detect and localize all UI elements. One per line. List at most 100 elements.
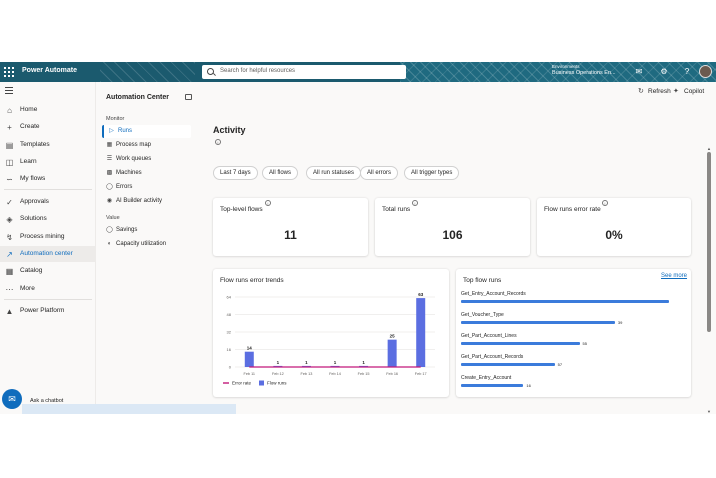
top-flow-name: Create_Entry_Account [461, 375, 512, 381]
y-tick-label: 48 [227, 312, 232, 317]
top-flow-name: Get_Entry_Account_Records [461, 291, 526, 297]
x-tick-label: Feb 14 [329, 372, 341, 376]
filter-date-range[interactable]: Last 7 days [213, 166, 258, 180]
nav-item-learn[interactable]: ◫ Learn [0, 154, 96, 170]
nav-item-my-flows[interactable]: ∽ My flows [0, 171, 96, 187]
top-bar: Power Automate Search for helpful resour… [0, 62, 716, 82]
chatbot-button[interactable]: ✉ [2, 389, 22, 409]
kpi-label: Top-level flows [220, 206, 263, 213]
nav-item-process-mining[interactable]: ↯ Process mining [0, 229, 96, 245]
nav-item-create[interactable]: + Create [0, 119, 96, 135]
info-icon[interactable]: i [412, 200, 418, 206]
data-label: 63 [418, 292, 424, 297]
kpi-label: Total runs [382, 206, 411, 213]
legend-flow-runs-label: Flow runs [267, 381, 287, 386]
nav-divider [4, 299, 92, 300]
nav-item-power-platform[interactable]: ▲ Power Platform [0, 303, 96, 319]
y-tick-label: 32 [227, 330, 232, 335]
flow-icon: ∽ [6, 175, 13, 184]
nav-item-templates[interactable]: ▤ Templates [0, 137, 96, 153]
legend-error-rate-label: Error rate [232, 381, 252, 386]
nav-item-home[interactable]: ⌂ Home [0, 102, 96, 118]
chatbot-label[interactable]: Ask a chatbot [30, 398, 63, 404]
plus-icon: + [7, 123, 12, 132]
search-box[interactable]: Search for helpful resources [202, 65, 406, 79]
top-flow-bar [461, 363, 555, 366]
left-nav: ⌂ Home + Create ▤ Templates ◫ Learn ∽ My… [0, 82, 96, 414]
hamburger-menu-icon[interactable] [5, 87, 13, 94]
filter-errors[interactable]: All errors [360, 166, 399, 180]
top-flow-bar [461, 342, 580, 345]
x-tick-label: Feb 11 [244, 372, 256, 376]
y-tick-label: 16 [227, 347, 232, 352]
data-label: 1 [305, 360, 308, 365]
help-icon[interactable]: ? [682, 67, 692, 77]
queue-icon: ☰ [106, 156, 113, 162]
data-label: 1 [277, 360, 280, 365]
process-map-icon: ▦ [106, 142, 113, 148]
top-flow-runs-card: Top flow runs See more Get_Entry_Account… [456, 269, 691, 397]
approvals-icon: ✓ [6, 198, 13, 207]
refresh-icon[interactable]: ↻ [638, 87, 644, 95]
legend-flow-runs-swatch [259, 380, 264, 386]
notifications-icon[interactable]: ✉ [634, 67, 644, 77]
capacity-icon: ◐ [107, 241, 112, 247]
collapse-panel-icon[interactable] [185, 94, 192, 100]
panel-item-work-queues[interactable]: ☰ Work queues [102, 153, 191, 166]
filter-trigger-types[interactable]: All trigger types [404, 166, 460, 180]
section-monitor: Monitor [106, 116, 125, 122]
vertical-scrollbar[interactable] [707, 152, 711, 410]
environment-picker[interactable]: Environments Business Operations En... [552, 64, 616, 76]
panel-item-errors[interactable]: ◯ Errors [102, 181, 191, 194]
kpi-value: 106 [442, 228, 463, 242]
x-tick-label: Feb 13 [301, 372, 313, 376]
more-icon: ⋯ [5, 285, 14, 294]
scroll-down-icon[interactable]: ▼ [707, 409, 711, 414]
filter-run-statuses[interactable]: All run statuses [306, 166, 362, 180]
info-icon[interactable]: i [602, 200, 608, 206]
top-flow-runs-title: Top flow runs [463, 277, 502, 284]
info-icon[interactable]: i [215, 139, 221, 145]
app-name[interactable]: Power Automate [22, 67, 77, 74]
panel-item-savings[interactable]: ◯ Savings [102, 224, 191, 237]
copilot-icon[interactable]: ✦ [673, 87, 679, 95]
kpi-card-total-runs: Total runs i 106 [375, 198, 530, 256]
templates-icon: ▤ [5, 141, 14, 150]
top-flow-bar [461, 321, 615, 324]
scroll-up-icon[interactable]: ▲ [707, 146, 711, 151]
panel-item-capacity-utilization[interactable]: ◐ Capacity utilization [102, 238, 191, 251]
scrollbar-thumb[interactable] [707, 152, 711, 332]
bar [387, 339, 397, 367]
nav-item-solutions[interactable]: ◈ Solutions [0, 211, 96, 227]
environment-label: Environments [552, 64, 580, 69]
app-launcher-icon[interactable] [4, 67, 14, 77]
info-icon[interactable]: i [265, 200, 271, 206]
panel-title: Automation Center [106, 94, 169, 101]
nav-item-approvals[interactable]: ✓ Approvals [0, 194, 96, 210]
see-more-link[interactable]: See more [661, 273, 687, 279]
environment-name: Business Operations En... [552, 70, 616, 76]
settings-icon[interactable]: ⚙ [659, 67, 669, 77]
panel-item-runs[interactable]: ▷ Runs [102, 125, 191, 138]
power-platform-icon: ▲ [5, 307, 14, 316]
kpi-card-error-rate: Flow runs error rate i 0% [537, 198, 691, 256]
main-content: ↻ Refresh ✦ Copilot Activity i Last 7 da… [197, 82, 716, 414]
error-icon: ◯ [106, 184, 113, 190]
solutions-icon: ◈ [6, 215, 13, 224]
nav-item-automation-center[interactable]: ↗ Automation center [0, 246, 96, 262]
filter-flows[interactable]: All flows [262, 166, 299, 180]
panel-item-machines[interactable]: ▩ Machines [102, 167, 191, 180]
panel-item-process-map[interactable]: ▦ Process map [102, 139, 191, 152]
machine-icon: ▩ [106, 170, 113, 176]
process-mining-icon: ↯ [6, 233, 13, 242]
x-tick-label: Feb 17 [415, 372, 427, 376]
command-bar: ↻ Refresh ✦ Copilot [197, 82, 716, 100]
nav-item-catalog[interactable]: ▦ Catalog [0, 263, 96, 279]
catalog-icon: ▦ [5, 267, 14, 276]
nav-item-more[interactable]: ⋯ More [0, 281, 96, 297]
refresh-button[interactable]: Refresh [648, 88, 671, 95]
panel-item-ai-builder-activity[interactable]: ◉ AI Builder activity [102, 195, 191, 208]
avatar[interactable] [699, 65, 712, 78]
search-icon [207, 68, 214, 75]
copilot-button[interactable]: Copilot [684, 88, 704, 95]
